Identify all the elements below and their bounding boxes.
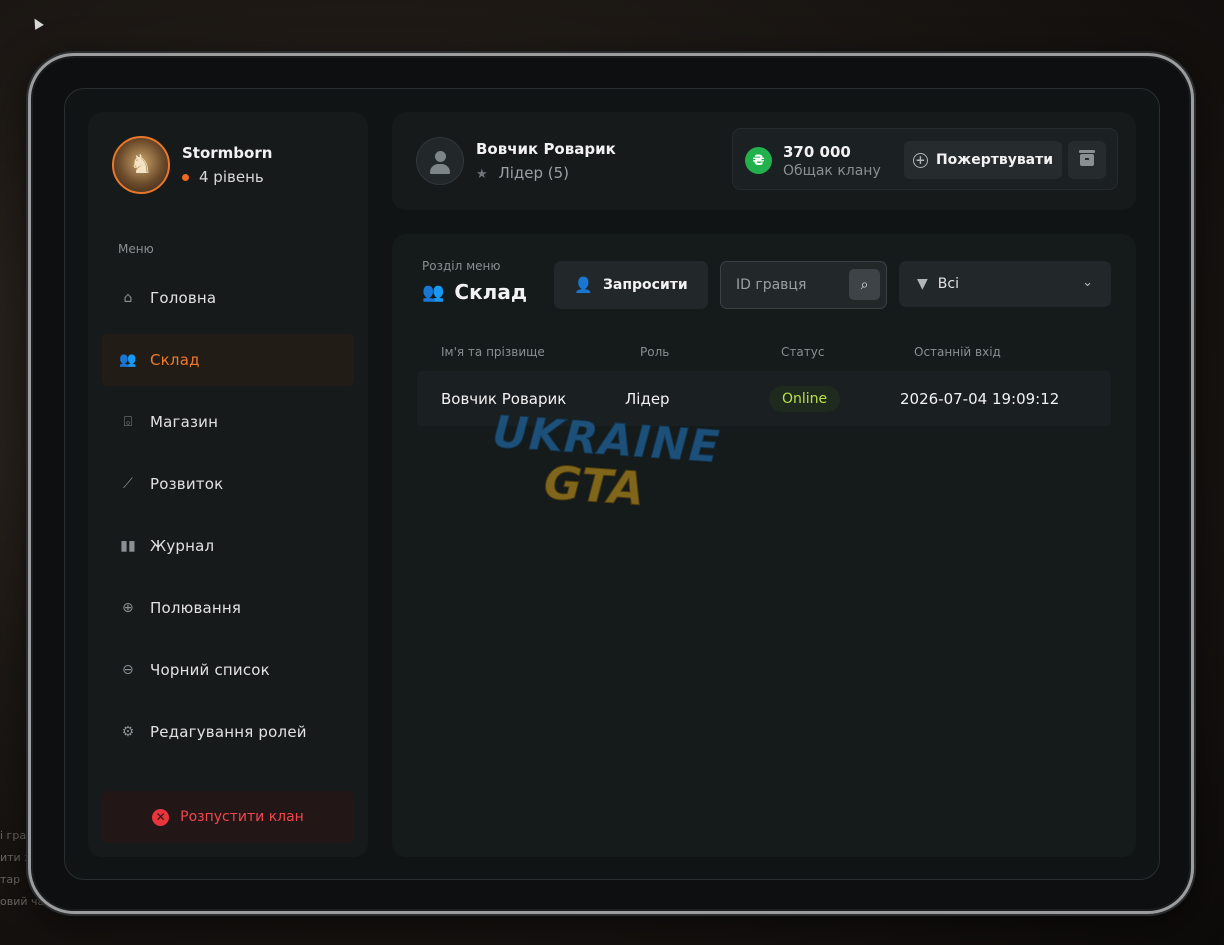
invite-label: Запросити bbox=[602, 277, 688, 293]
crosshair-icon: ⊕ bbox=[122, 600, 134, 616]
user-icon bbox=[434, 151, 446, 162]
sidebar-item-label: Розвиток bbox=[150, 475, 224, 493]
sidebar-item-label: Склад bbox=[150, 351, 200, 369]
sidebar-item-development[interactable]: ⟋ Розвиток bbox=[102, 458, 354, 510]
clan-avatar: ♞ bbox=[112, 136, 170, 194]
clan-level: 4 рівень bbox=[182, 168, 272, 186]
sidebar-item-roster[interactable]: 👥 Склад bbox=[102, 334, 354, 386]
mouse-cursor bbox=[30, 16, 44, 30]
member-role: Лідер bbox=[625, 389, 670, 408]
column-header-last-login: Останній вхід bbox=[914, 345, 1001, 359]
bank-label: Общак клану bbox=[783, 163, 881, 179]
users-icon: 👥 bbox=[422, 281, 445, 303]
user-avatar bbox=[416, 137, 464, 185]
clan-profile: ♞ Stormborn 4 рівень bbox=[112, 136, 272, 194]
user-name: Вовчик Роварик bbox=[476, 140, 616, 158]
member-name: Вовчик Роварик bbox=[441, 389, 567, 408]
filter-value: Всі bbox=[937, 276, 959, 292]
donate-button[interactable]: + Пожертвувати bbox=[904, 141, 1062, 179]
column-header-status: Статус bbox=[781, 345, 825, 359]
column-header-name: Ім'я та прізвище bbox=[441, 345, 545, 359]
sidebar-item-label: Редагування ролей bbox=[150, 723, 307, 741]
bank-amount: 370 000 bbox=[783, 143, 851, 161]
header-panel: Вовчик Роварик ★ Лідер (5) ₴ 370 000 Общ… bbox=[392, 112, 1136, 210]
player-search: ⌕ bbox=[720, 261, 887, 309]
archive-button[interactable] bbox=[1068, 141, 1106, 179]
chart-line-icon: ⟋ bbox=[123, 476, 133, 492]
plus-circle-icon: + bbox=[912, 152, 928, 168]
status-filter-select[interactable]: ▼ Всі ⌄ bbox=[899, 261, 1111, 307]
disband-clan-button[interactable]: ✕ Розпустити клан bbox=[102, 791, 354, 843]
search-icon: ⌕ bbox=[860, 276, 869, 293]
basket-icon: ⌺ bbox=[123, 414, 133, 430]
sidebar-item-shop[interactable]: ⌺ Магазин bbox=[102, 396, 354, 448]
column-header-role: Роль bbox=[640, 345, 670, 359]
clan-bank: ₴ 370 000 Общак клану + Пожертвувати bbox=[732, 128, 1118, 190]
table-row[interactable]: Вовчик Роварик Лідер Online 2026-07-04 1… bbox=[417, 371, 1111, 426]
add-user-icon: 👤 bbox=[574, 276, 593, 294]
invite-button[interactable]: 👤 Запросити bbox=[554, 261, 708, 309]
sidebar-item-blacklist[interactable]: ⊖ Чорний список bbox=[102, 644, 354, 696]
chevron-down-icon: ⌄ bbox=[1082, 275, 1093, 290]
tablet-screen: ♞ Stormborn 4 рівень Меню ⌂ Головна 👥 Ск… bbox=[64, 88, 1160, 880]
home-icon: ⌂ bbox=[123, 290, 133, 306]
donate-label: Пожертвувати bbox=[935, 152, 1054, 168]
section-caption: Розділ меню bbox=[422, 259, 501, 273]
sidebar-item-journal[interactable]: ▮▮ Журнал bbox=[102, 520, 354, 572]
table-header: Ім'я та прізвище Роль Статус Останній вх… bbox=[417, 340, 1111, 364]
sidebar-item-hunt[interactable]: ⊕ Полювання bbox=[102, 582, 354, 634]
hryvnia-coin-icon: ₴ bbox=[745, 147, 772, 174]
sidebar-item-role-editor[interactable]: ⚙ Редагування ролей bbox=[102, 706, 354, 758]
clan-name: Stormborn bbox=[182, 144, 273, 162]
sidebar-item-home[interactable]: ⌂ Головна bbox=[102, 272, 354, 324]
status-badge: Online bbox=[769, 385, 841, 412]
disband-clan-label: Розпустити клан bbox=[180, 809, 304, 825]
page-title-text: Склад bbox=[454, 280, 527, 304]
users-icon: 👥 bbox=[119, 352, 137, 368]
book-icon: ▮▮ bbox=[120, 538, 136, 554]
menu-caption: Меню bbox=[118, 242, 154, 256]
archive-icon bbox=[1079, 150, 1095, 166]
sidebar-item-label: Полювання bbox=[150, 599, 242, 617]
star-icon: ★ bbox=[476, 167, 488, 182]
sidebar-menu: ⌂ Головна 👥 Склад ⌺ Магазин ⟋ Розвиток ▮… bbox=[102, 272, 354, 768]
user-role: ★ Лідер (5) bbox=[476, 164, 569, 182]
main-panel: Розділ меню 👥 Склад 👤 Запросити ⌕ ▼ Всі … bbox=[392, 234, 1136, 857]
user-gear-icon: ⚙ bbox=[121, 724, 135, 740]
sidebar: ♞ Stormborn 4 рівень Меню ⌂ Головна 👥 Ск… bbox=[88, 112, 368, 857]
sidebar-item-label: Магазин bbox=[150, 413, 219, 431]
members-table: Ім'я та прізвище Роль Статус Останній вх… bbox=[417, 340, 1111, 426]
player-id-input[interactable] bbox=[721, 262, 846, 308]
level-dot-icon bbox=[182, 173, 189, 181]
sidebar-item-label: Чорний список bbox=[150, 661, 270, 679]
minus-circle-icon: ⊖ bbox=[122, 662, 134, 678]
member-last-login: 2026-07-04 19:09:12 bbox=[900, 389, 1060, 408]
sidebar-item-label: Головна bbox=[150, 289, 217, 307]
close-circle-icon: ✕ bbox=[152, 808, 170, 826]
clan-level-text: 4 рівень bbox=[199, 168, 264, 186]
search-button[interactable]: ⌕ bbox=[849, 269, 880, 300]
page-title: 👥 Склад bbox=[422, 280, 527, 304]
filter-icon: ▼ bbox=[917, 276, 928, 292]
user-role-text: Лідер (5) bbox=[498, 164, 570, 182]
tablet-frame: ♞ Stormborn 4 рівень Меню ⌂ Головна 👥 Ск… bbox=[28, 53, 1194, 914]
sidebar-item-label: Журнал bbox=[150, 537, 215, 555]
